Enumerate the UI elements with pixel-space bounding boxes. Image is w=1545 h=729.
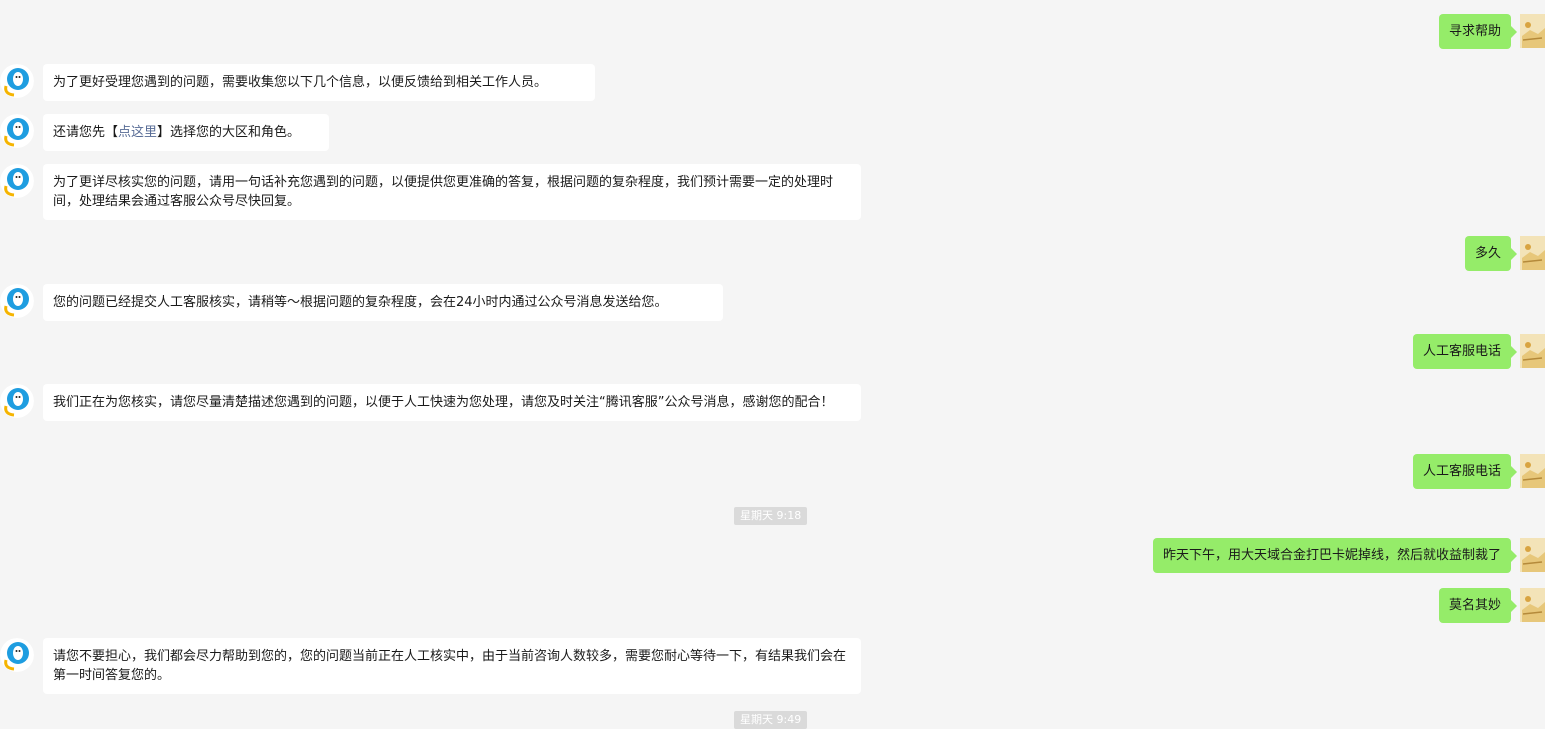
user-message[interactable]: 人工客服电话 [1412,334,1518,369]
bot-message[interactable]: 我们正在为您核实，请您尽量清楚描述您遇到的问题，以便于人工快速为您处理，请您及时… [43,384,861,421]
select-region-link[interactable]: 点这里 [118,125,157,140]
timestamp: 星期天 9:18 [734,507,808,525]
qq-penguin-avatar-icon[interactable] [0,64,34,98]
user-avatar-icon[interactable] [1520,14,1545,48]
user-message[interactable]: 昨天下午，用大天域合金打巴卡妮掉线，然后就收益制裁了 [1152,538,1518,573]
bot-message[interactable]: 为了更好受理您遇到的问题，需要收集您以下几个信息，以便反馈给到相关工作人员。 [43,64,595,101]
qq-penguin-avatar-icon[interactable] [0,164,34,198]
timestamp: 星期天 9:49 [734,711,808,729]
qq-penguin-avatar-icon[interactable] [0,638,34,672]
user-message[interactable]: 莫名其妙 [1438,588,1518,623]
chat-history[interactable]: 寻求帮助 为了更好受理您遇到的问题，需要收集您以下几个信息，以便反馈给到相关工作… [0,0,1545,729]
user-avatar-icon[interactable] [1520,454,1545,488]
user-avatar-icon[interactable] [1520,236,1545,270]
qq-penguin-avatar-icon[interactable] [0,114,34,148]
user-message[interactable]: 寻求帮助 [1438,14,1518,49]
message-text: 还请您先【 [53,125,119,140]
user-avatar-icon[interactable] [1520,588,1545,622]
qq-penguin-avatar-icon[interactable] [0,384,34,418]
bot-message[interactable]: 还请您先【点这里】选择您的大区和角色。 [43,114,329,151]
user-message[interactable]: 多久 [1464,236,1518,271]
bot-message[interactable]: 为了更详尽核实您的问题，请用一句话补充您遇到的问题，以便提供您更准确的答复，根据… [43,164,861,220]
qq-penguin-avatar-icon[interactable] [0,284,34,318]
message-text: 】选择您的大区和角色。 [157,125,301,140]
user-avatar-icon[interactable] [1520,538,1545,572]
user-avatar-icon[interactable] [1520,334,1545,368]
user-message[interactable]: 人工客服电话 [1412,454,1518,489]
bot-message[interactable]: 请您不要担心，我们都会尽力帮助到您的，您的问题当前正在人工核实中，由于当前咨询人… [43,638,861,694]
bot-message[interactable]: 您的问题已经提交人工客服核实，请稍等～根据问题的复杂程度，会在24小时内通过公众… [43,284,723,321]
